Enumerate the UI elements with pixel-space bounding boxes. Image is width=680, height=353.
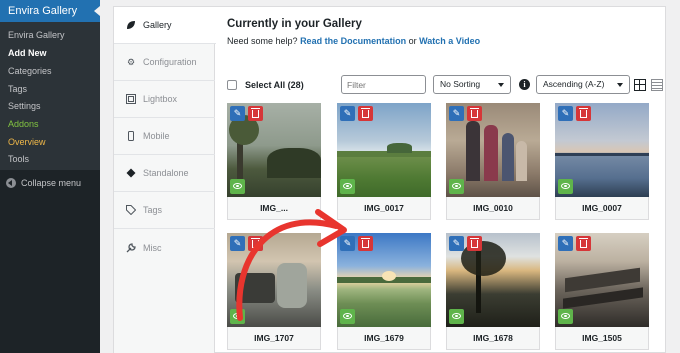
leaf-icon	[126, 20, 136, 30]
image-caption: IMG_1678	[446, 327, 540, 350]
mobile-icon	[126, 131, 136, 141]
tab-lightbox[interactable]: Lightbox	[114, 81, 215, 118]
submenu-settings[interactable]: Settings	[8, 101, 41, 111]
page-title: Currently in your Gallery	[227, 18, 362, 30]
view-icon[interactable]	[449, 309, 464, 324]
documentation-link[interactable]: Read the Documentation	[300, 36, 406, 46]
edit-icon[interactable]: ✎	[558, 236, 573, 251]
edit-icon[interactable]: ✎	[230, 106, 245, 121]
gallery-item[interactable]: ✎ IMG_1505	[555, 233, 649, 350]
tab-tags-label: Tags	[143, 205, 163, 215]
help-text: Need some help? Read the Documentation o…	[227, 36, 480, 46]
tab-misc[interactable]: Misc	[114, 229, 215, 266]
chevron-down-icon	[617, 83, 623, 87]
view-icon[interactable]	[230, 309, 245, 324]
submenu-tools[interactable]: Tools	[8, 154, 29, 164]
view-icon[interactable]	[230, 179, 245, 194]
tab-lightbox-label: Lightbox	[143, 94, 178, 104]
tab-standalone[interactable]: Standalone	[114, 155, 215, 192]
filter-input[interactable]	[341, 75, 426, 94]
info-icon[interactable]: i	[519, 79, 530, 90]
sorting-select[interactable]: No Sorting	[433, 75, 511, 94]
tag-icon	[126, 205, 136, 215]
image-caption: IMG_0010	[446, 197, 540, 220]
view-icon[interactable]	[340, 179, 355, 194]
select-all-checkbox[interactable]	[227, 80, 237, 90]
standalone-icon	[126, 168, 136, 178]
delete-icon[interactable]	[467, 106, 482, 121]
delete-icon[interactable]	[576, 106, 591, 121]
gallery-item[interactable]: ✎ IMG_0007	[555, 103, 649, 220]
delete-icon[interactable]	[248, 236, 263, 251]
order-select-value: Ascending (A-Z)	[543, 79, 605, 89]
submenu-envira-gallery[interactable]: Envira Gallery	[8, 30, 65, 40]
edit-icon[interactable]: ✎	[558, 106, 573, 121]
collapse-arrow-icon	[6, 178, 16, 188]
gear-icon: ⚙	[126, 56, 136, 67]
tab-gallery[interactable]: Gallery	[114, 7, 216, 44]
collapse-menu-button[interactable]: Collapse menu	[6, 178, 81, 188]
submenu-categories[interactable]: Categories	[8, 66, 52, 76]
gallery-item[interactable]: ✎ IMG_1679	[337, 233, 431, 350]
order-select[interactable]: Ascending (A-Z)	[536, 75, 630, 94]
tab-misc-label: Misc	[143, 242, 162, 253]
gallery-item[interactable]: ✎ IMG_0017	[337, 103, 431, 220]
help-or: or	[408, 36, 417, 46]
tab-mobile-label: Mobile	[143, 131, 170, 141]
gallery-item[interactable]: ✎ IMG_1707	[227, 233, 321, 350]
gallery-toolbar: Select All (28) No Sorting i Ascending (…	[227, 75, 663, 95]
tab-configuration-label: Configuration	[143, 57, 197, 67]
tab-gallery-label: Gallery	[143, 20, 172, 30]
image-caption: IMG_0007	[555, 197, 649, 220]
submenu-tags[interactable]: Tags	[8, 84, 27, 94]
edit-icon[interactable]: ✎	[340, 236, 355, 251]
edit-icon[interactable]: ✎	[449, 236, 464, 251]
help-prefix: Need some help?	[227, 36, 298, 46]
envira-gallery-panel: Gallery ⚙ Configuration Lightbox Mobile …	[113, 6, 666, 353]
image-caption: IMG_0017	[337, 197, 431, 220]
submenu-add-new[interactable]: Add New	[8, 48, 47, 58]
lightbox-icon	[126, 94, 136, 104]
gallery-item[interactable]: ✎ IMG_...	[227, 103, 321, 220]
view-icon[interactable]	[558, 179, 573, 194]
submenu-addons[interactable]: Addons	[8, 119, 39, 129]
view-icon[interactable]	[340, 309, 355, 324]
chevron-down-icon	[498, 83, 504, 87]
view-icon[interactable]	[449, 179, 464, 194]
image-caption: IMG_1707	[227, 327, 321, 350]
gallery-content: Currently in your Gallery Need some help…	[215, 7, 665, 352]
tab-standalone-label: Standalone	[143, 168, 189, 178]
image-caption: IMG_...	[227, 197, 321, 220]
wrench-icon	[126, 242, 136, 253]
video-link[interactable]: Watch a Video	[419, 36, 480, 46]
edit-icon[interactable]: ✎	[340, 106, 355, 121]
delete-icon[interactable]	[358, 106, 373, 121]
delete-icon[interactable]	[248, 106, 263, 121]
collapse-menu-label: Collapse menu	[21, 178, 82, 188]
select-all-label[interactable]: Select All (28)	[245, 80, 304, 90]
sorting-select-value: No Sorting	[440, 79, 481, 89]
gallery-item[interactable]: ✎ IMG_0010	[446, 103, 540, 220]
tab-tags[interactable]: Tags	[114, 192, 215, 229]
envira-submenu: Envira Gallery Add New Categories Tags S…	[0, 22, 100, 170]
tab-configuration[interactable]: ⚙ Configuration	[114, 44, 215, 81]
gallery-item[interactable]: ✎ IMG_1678	[446, 233, 540, 350]
tab-mobile[interactable]: Mobile	[114, 118, 215, 155]
list-view-icon[interactable]	[651, 79, 663, 91]
delete-icon[interactable]	[358, 236, 373, 251]
wp-admin-sidebar: Envira Gallery Envira Gallery Add New Ca…	[0, 0, 100, 353]
edit-icon[interactable]: ✎	[449, 106, 464, 121]
settings-tabs: Gallery ⚙ Configuration Lightbox Mobile …	[114, 7, 216, 353]
view-icon[interactable]	[558, 309, 573, 324]
delete-icon[interactable]	[576, 236, 591, 251]
submenu-overview[interactable]: Overview	[8, 137, 46, 147]
envira-gallery-menu[interactable]: Envira Gallery	[0, 0, 100, 22]
image-caption: IMG_1505	[555, 327, 649, 350]
delete-icon[interactable]	[467, 236, 482, 251]
edit-icon[interactable]: ✎	[230, 236, 245, 251]
image-caption: IMG_1679	[337, 327, 431, 350]
grid-view-icon[interactable]	[634, 79, 646, 91]
